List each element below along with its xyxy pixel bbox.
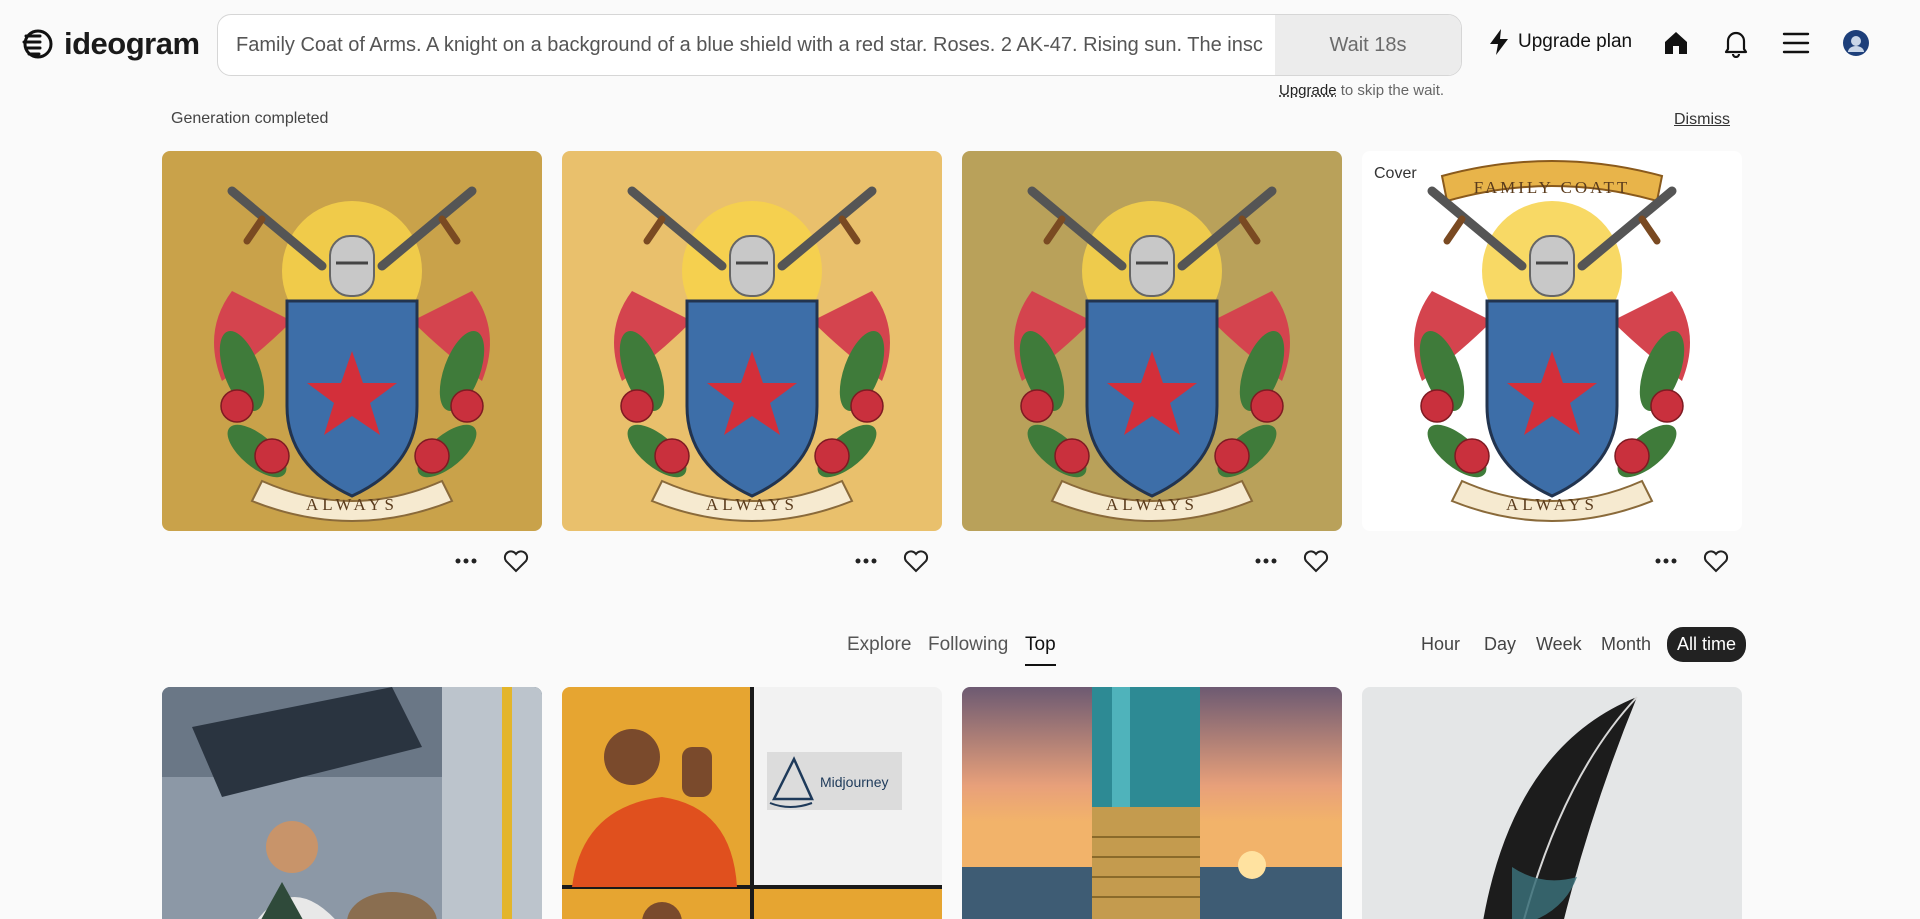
sunset-pen-image — [962, 687, 1342, 919]
top-bar: ideogram Family Coat of Arms. A knight o… — [0, 0, 1920, 99]
coat-of-arms-image: ALWAYS — [162, 151, 542, 531]
ideogram-logo-icon — [22, 29, 53, 59]
more-options-icon[interactable] — [452, 547, 480, 575]
card-actions — [852, 547, 930, 575]
upgrade-plan-button[interactable]: Upgrade plan — [1488, 28, 1632, 56]
banner-text: FAMILY COATT — [1474, 178, 1631, 197]
generated-image-4[interactable]: FAMILY COATT ALWAYS Cover — [1362, 151, 1742, 531]
heart-icon[interactable] — [1302, 547, 1330, 575]
lightning-icon — [1490, 29, 1508, 55]
more-options-icon[interactable] — [1252, 547, 1280, 575]
feed-image-3[interactable] — [962, 687, 1342, 919]
drake-meme-image: Midjourney — [562, 687, 942, 919]
upgrade-note-text: to skip the wait. — [1336, 82, 1445, 99]
tab-explore[interactable]: Explore — [847, 634, 911, 656]
generated-image-1[interactable]: ALWAYS — [162, 151, 542, 531]
dismiss-button[interactable]: Dismiss — [1674, 111, 1730, 129]
avatar[interactable] — [1839, 26, 1873, 60]
feed-image-4[interactable] — [1362, 687, 1742, 919]
ideogram-logo[interactable]: ideogram — [20, 26, 200, 62]
prompt-input[interactable]: Family Coat of Arms. A knight on a backg… — [218, 15, 1275, 75]
generated-image-3[interactable]: ALWAYS — [962, 151, 1342, 531]
coat-of-arms-image: ALWAYS — [962, 151, 1342, 531]
feather-image — [1362, 687, 1742, 919]
motto-text: ALWAYS — [706, 495, 798, 514]
generated-image-2[interactable]: ALWAYS — [562, 151, 942, 531]
midjourney-label: Midjourney — [820, 774, 888, 790]
menu-icon[interactable] — [1779, 26, 1813, 60]
more-options-icon[interactable] — [852, 547, 880, 575]
feed-image-2[interactable]: Midjourney — [562, 687, 942, 919]
upgrade-plan-label: Upgrade plan — [1518, 31, 1633, 52]
home-icon[interactable] — [1659, 26, 1693, 60]
feed-image-1[interactable] — [162, 687, 542, 919]
motto-text: ALWAYS — [306, 495, 398, 514]
filter-all-time[interactable]: All time — [1667, 627, 1747, 662]
bell-icon[interactable] — [1719, 26, 1753, 60]
card-actions — [1652, 547, 1730, 575]
active-tab-indicator — [1025, 664, 1056, 666]
filter-month[interactable]: Month — [1601, 634, 1651, 655]
card-actions — [1252, 547, 1330, 575]
heart-icon[interactable] — [502, 547, 530, 575]
card-actions — [452, 547, 530, 575]
upgrade-note: Upgrade to skip the wait. — [1279, 82, 1444, 99]
cover-label: Cover — [1374, 165, 1417, 182]
coat-of-arms-image: FAMILY COATT ALWAYS — [1362, 151, 1742, 531]
market-cat-image — [162, 687, 542, 919]
wait-button[interactable]: Wait 18s — [1275, 15, 1461, 75]
motto-text: ALWAYS — [1106, 495, 1198, 514]
heart-icon[interactable] — [902, 547, 930, 575]
filter-week[interactable]: Week — [1536, 634, 1582, 655]
logo-text: ideogram — [64, 26, 200, 61]
tab-top[interactable]: Top — [1025, 634, 1056, 656]
generation-status: Generation completed — [171, 110, 329, 127]
prompt-field[interactable]: Family Coat of Arms. A knight on a backg… — [217, 14, 1462, 76]
tab-following[interactable]: Following — [928, 634, 1008, 656]
filter-day[interactable]: Day — [1484, 634, 1516, 655]
motto-text: ALWAYS — [1506, 495, 1598, 514]
heart-icon[interactable] — [1702, 547, 1730, 575]
filter-hour[interactable]: Hour — [1421, 634, 1460, 655]
more-options-icon[interactable] — [1652, 547, 1680, 575]
coat-of-arms-image: ALWAYS — [562, 151, 942, 531]
upgrade-link[interactable]: Upgrade — [1279, 82, 1337, 99]
